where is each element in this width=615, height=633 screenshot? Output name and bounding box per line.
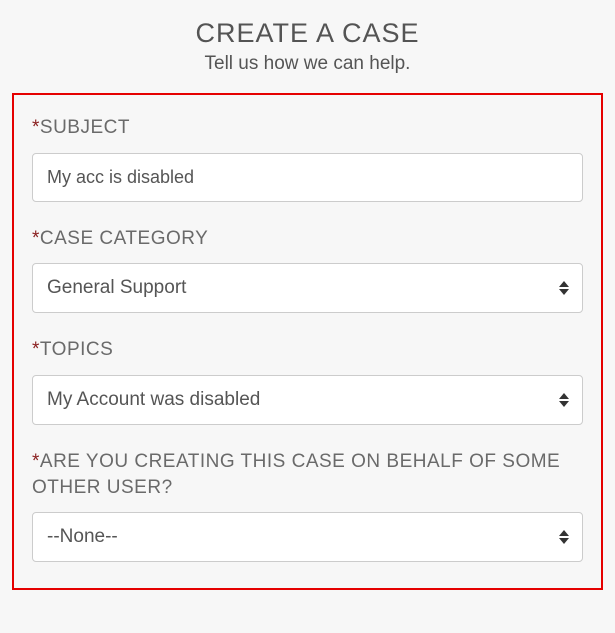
category-label-text: CASE CATEGORY [40, 228, 208, 249]
subject-label: *SUBJECT [32, 115, 583, 141]
onbehalf-field-group: *ARE YOU CREATING THIS CASE ON BEHALF OF… [32, 449, 583, 562]
required-asterisk: * [32, 339, 40, 360]
required-asterisk: * [32, 228, 40, 249]
topics-label: *TOPICS [32, 337, 583, 363]
category-select[interactable]: General Support [32, 263, 583, 313]
onbehalf-label: *ARE YOU CREATING THIS CASE ON BEHALF OF… [32, 449, 583, 500]
topics-select[interactable]: My Account was disabled [32, 375, 583, 425]
category-label: *CASE CATEGORY [32, 226, 583, 252]
onbehalf-label-text: ARE YOU CREATING THIS CASE ON BEHALF OF … [32, 451, 560, 498]
required-asterisk: * [32, 451, 40, 472]
page-subtitle: Tell us how we can help. [0, 53, 615, 75]
category-select-wrapper: General Support [32, 263, 583, 313]
create-case-form: *SUBJECT *CASE CATEGORY General Support … [12, 93, 603, 590]
subject-field-group: *SUBJECT [32, 115, 583, 202]
category-field-group: *CASE CATEGORY General Support [32, 226, 583, 314]
page-title: CREATE A CASE [0, 18, 615, 49]
subject-label-text: SUBJECT [40, 117, 130, 138]
required-asterisk: * [32, 117, 40, 138]
topics-field-group: *TOPICS My Account was disabled [32, 337, 583, 425]
form-header: CREATE A CASE Tell us how we can help. [0, 0, 615, 87]
topics-label-text: TOPICS [40, 339, 113, 360]
subject-input[interactable] [32, 153, 583, 202]
topics-select-wrapper: My Account was disabled [32, 375, 583, 425]
onbehalf-select-wrapper: --None-- [32, 512, 583, 562]
onbehalf-select[interactable]: --None-- [32, 512, 583, 562]
